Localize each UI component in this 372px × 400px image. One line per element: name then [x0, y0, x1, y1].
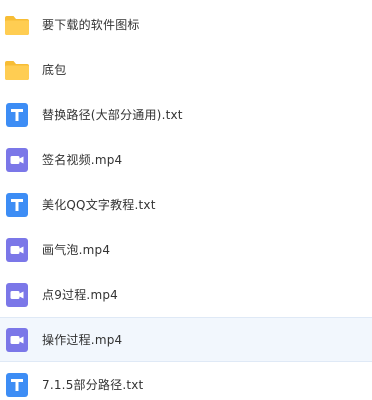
file-name: 签名视频.mp4 — [42, 153, 123, 167]
video-file-icon — [4, 327, 30, 353]
file-list: 要下载的软件图标 底包 替换路径(大部分通用).txt 签名视频.mp4 美化Q… — [0, 0, 372, 400]
list-item[interactable]: 要下载的软件图标 — [0, 2, 372, 47]
file-name: 要下载的软件图标 — [42, 18, 140, 32]
list-item[interactable]: 底包 — [0, 47, 372, 92]
file-name: 7.1.5部分路径.txt — [42, 378, 144, 392]
file-name: 替换路径(大部分通用).txt — [42, 108, 183, 122]
file-name: 点9过程.mp4 — [42, 288, 118, 302]
folder-icon — [4, 12, 30, 38]
list-item[interactable]: 替换路径(大部分通用).txt — [0, 92, 372, 137]
file-name: 画气泡.mp4 — [42, 243, 111, 257]
text-file-icon — [4, 102, 30, 128]
video-file-icon — [4, 282, 30, 308]
text-file-icon — [4, 372, 30, 398]
list-item-selected[interactable]: 操作过程.mp4 — [0, 317, 372, 362]
folder-icon — [4, 57, 30, 83]
video-file-icon — [4, 237, 30, 263]
file-name: 操作过程.mp4 — [42, 333, 123, 347]
list-item[interactable]: 点9过程.mp4 — [0, 272, 372, 317]
list-item[interactable]: 7.1.5部分路径.txt — [0, 362, 372, 400]
list-item[interactable]: 美化QQ文字教程.txt — [0, 182, 372, 227]
list-item[interactable]: 签名视频.mp4 — [0, 137, 372, 182]
video-file-icon — [4, 147, 30, 173]
text-file-icon — [4, 192, 30, 218]
list-item[interactable]: 画气泡.mp4 — [0, 227, 372, 272]
file-name: 底包 — [42, 63, 67, 77]
file-name: 美化QQ文字教程.txt — [42, 198, 156, 212]
